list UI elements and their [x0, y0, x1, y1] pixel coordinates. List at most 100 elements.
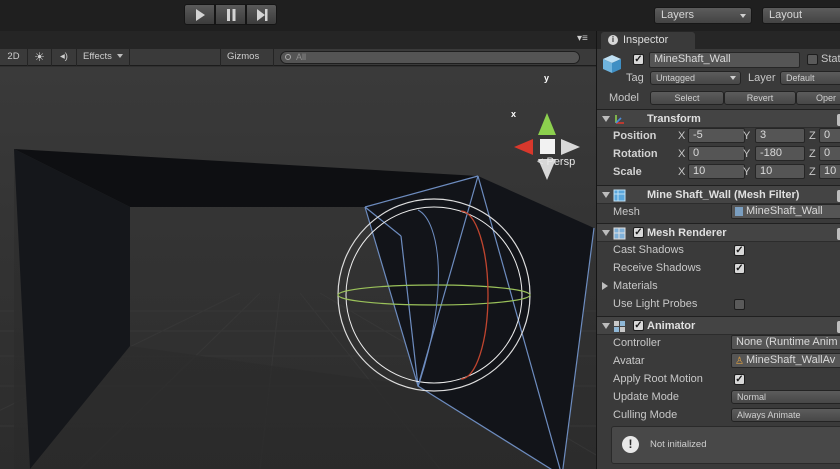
chevron-down-icon: [116, 54, 123, 59]
avatar-label: Avatar: [613, 355, 645, 367]
avatar-asset-icon: ♙: [735, 356, 744, 367]
update-mode-label: Update Mode: [613, 391, 680, 403]
lighting-toggle-icon[interactable]: ☀: [28, 49, 52, 66]
avatar-object-field[interactable]: ♙ MineShaft_WallAv: [731, 353, 840, 368]
mesh-asset-icon: [735, 207, 743, 216]
scale-x-field[interactable]: 10: [688, 164, 745, 179]
animator-header[interactable]: ✓ Animator: [597, 316, 840, 335]
layer-value: Default: [786, 73, 815, 83]
controller-label: Controller: [613, 337, 661, 349]
mesh-filter-title: Mine Shaft_Wall (Mesh Filter): [647, 189, 800, 201]
main-toolbar: Layers Layout: [0, 0, 840, 31]
inspector-tab-row: i Inspector: [597, 31, 840, 49]
cast-shadows-label: Cast Shadows: [613, 244, 684, 256]
apply-root-motion-row: Apply Root Motion ✓: [597, 370, 840, 388]
culling-mode-value: Always Animate: [737, 410, 801, 420]
panel-menu-icon[interactable]: ▾≡: [577, 33, 588, 44]
rotation-y-field[interactable]: -180: [755, 146, 805, 161]
2d-toggle-button[interactable]: 2D: [0, 49, 28, 66]
avatar-row: Avatar ♙ MineShaft_WallAv: [597, 352, 840, 370]
mesh-value: MineShaft_Wall: [746, 205, 823, 217]
transform-title: Transform: [647, 113, 701, 125]
position-y-field[interactable]: 3: [755, 128, 805, 143]
use-light-probes-checkbox[interactable]: [734, 299, 745, 310]
controller-row: Controller None (Runtime Anim: [597, 334, 840, 352]
rotation-z-field[interactable]: 0: [819, 146, 840, 161]
cast-shadows-checkbox[interactable]: ✓: [734, 245, 745, 256]
chevron-down-icon: [730, 76, 736, 80]
rotation-label: Rotation: [613, 148, 658, 160]
x-axis-label: X: [678, 166, 686, 178]
playback-controls: [184, 4, 277, 25]
play-button[interactable]: [184, 4, 215, 25]
audio-toggle-icon[interactable]: ◂): [52, 49, 77, 66]
foldout-arrow-icon: [602, 323, 610, 329]
mesh-renderer-enabled-checkbox[interactable]: ✓: [633, 227, 644, 238]
avatar-value: MineShaft_WallAv: [746, 354, 836, 366]
foldout-arrow-icon: [602, 192, 610, 198]
use-light-probes-label: Use Light Probes: [613, 298, 698, 310]
tag-dropdown[interactable]: Untagged: [650, 71, 741, 85]
layer-label: Layer: [748, 72, 776, 84]
mesh-renderer-header[interactable]: ✓ Mesh Renderer: [597, 223, 840, 242]
scene-view[interactable]: ▾≡ 2D ☀ ◂) Effects Gizmos All y x < Pers…: [0, 31, 596, 469]
model-open-button[interactable]: Oper: [796, 91, 840, 105]
model-revert-button[interactable]: Revert: [724, 91, 796, 105]
object-active-checkbox[interactable]: ✓: [633, 54, 644, 65]
update-mode-value: Normal: [737, 392, 767, 402]
static-checkbox[interactable]: [807, 54, 818, 65]
culling-mode-row: Culling Mode Always Animate: [597, 406, 840, 424]
controller-object-field[interactable]: None (Runtime Anim: [731, 335, 840, 350]
apply-root-motion-label: Apply Root Motion: [613, 373, 703, 385]
position-x-field[interactable]: -5: [688, 128, 745, 143]
step-button[interactable]: [246, 4, 277, 25]
receive-shadows-label: Receive Shadows: [613, 262, 702, 274]
inspector-panel: i Inspector ✓ MineShaft_Wall Stat Tag Un…: [596, 31, 840, 469]
cast-shadows-row: Cast Shadows ✓: [597, 241, 840, 259]
object-name-field[interactable]: MineShaft_Wall: [649, 52, 800, 68]
position-row: Position X -5 Y 3 Z 0: [597, 127, 840, 145]
prefab-cube-icon: [603, 55, 621, 73]
play-icon: [195, 8, 205, 21]
mesh-filter-icon: [613, 189, 626, 202]
tab-inspector[interactable]: i Inspector: [601, 32, 695, 49]
receive-shadows-row: Receive Shadows ✓: [597, 259, 840, 277]
mesh-filter-header[interactable]: Mine Shaft_Wall (Mesh Filter): [597, 185, 840, 204]
rotation-x-field[interactable]: 0: [688, 146, 745, 161]
effects-dropdown[interactable]: Effects: [77, 49, 130, 66]
scene-toolbar: 2D ☀ ◂) Effects Gizmos All: [0, 49, 596, 75]
transform-header[interactable]: Transform: [597, 109, 840, 128]
layout-label: Layout: [769, 9, 803, 21]
mesh-object-field[interactable]: MineShaft_Wall: [731, 204, 840, 219]
scale-z-field[interactable]: 10: [819, 164, 840, 179]
axis-y-label: y: [544, 73, 550, 83]
materials-foldout-icon[interactable]: [602, 282, 608, 290]
perspective-label[interactable]: < Persp: [537, 156, 575, 168]
gizmos-dropdown[interactable]: Gizmos: [220, 49, 274, 75]
update-mode-dropdown[interactable]: Normal: [731, 390, 840, 404]
x-axis-label: X: [678, 148, 686, 160]
animator-title: Animator: [647, 320, 696, 332]
culling-mode-dropdown[interactable]: Always Animate: [731, 408, 840, 422]
transform-axes-icon: [615, 115, 624, 124]
animator-notice-text: Not initialized: [650, 439, 707, 450]
scale-y-field[interactable]: 10: [755, 164, 805, 179]
animator-enabled-checkbox[interactable]: ✓: [633, 320, 644, 331]
scene-viewport[interactable]: [0, 67, 596, 469]
position-z-field[interactable]: 0: [819, 128, 840, 143]
scene-search-input[interactable]: All: [280, 51, 580, 64]
receive-shadows-checkbox[interactable]: ✓: [734, 263, 745, 274]
model-select-button[interactable]: Select: [650, 91, 724, 105]
materials-row[interactable]: Materials: [597, 277, 840, 295]
model-label: Model: [609, 92, 639, 104]
layout-dropdown[interactable]: Layout: [762, 7, 840, 24]
scene-tab-row: ▾≡: [0, 31, 596, 49]
layers-dropdown[interactable]: Layers: [654, 7, 752, 24]
apply-root-motion-checkbox[interactable]: ✓: [734, 374, 745, 385]
pause-icon: [226, 8, 235, 21]
step-icon: [256, 8, 267, 21]
layer-dropdown[interactable]: Default: [780, 71, 840, 85]
static-label: Stat: [821, 53, 840, 65]
animator-notice-box: ! Not initialized: [611, 426, 840, 464]
pause-button[interactable]: [215, 4, 246, 25]
